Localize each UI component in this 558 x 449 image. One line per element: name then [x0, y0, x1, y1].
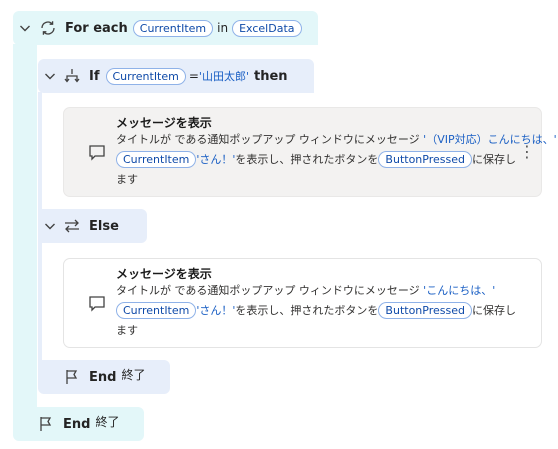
- chevron-down-icon[interactable]: [43, 219, 57, 233]
- end-keyword: End: [89, 369, 117, 385]
- if-condition-value: '山田太郎': [198, 70, 249, 83]
- if-end-row[interactable]: End 終了: [63, 367, 145, 387]
- action-description-line3: ます: [116, 173, 138, 186]
- more-options-icon[interactable]: ⋮: [519, 144, 535, 160]
- description-text: タイトルが である通知ポップアップ ウィンドウにメッセージ: [116, 284, 420, 297]
- end-keyword: End: [63, 416, 91, 432]
- if-keyword: If: [89, 68, 100, 84]
- description-text: タイトルが である通知ポップアップ ウィンドウにメッセージ: [116, 133, 420, 146]
- else-keyword: Else: [89, 218, 119, 234]
- foreach-row[interactable]: For each CurrentItem in ExcelData: [18, 18, 302, 38]
- flag-icon: [66, 370, 78, 384]
- button-pressed-variable[interactable]: ButtonPressed: [378, 151, 472, 168]
- message-icon: [89, 145, 105, 161]
- foreach-collection-variable[interactable]: ExcelData: [232, 19, 302, 37]
- flag-icon: [40, 417, 52, 431]
- loop-icon: [41, 21, 55, 35]
- if-row[interactable]: If CurrentItem = '山田太郎' then: [43, 66, 288, 86]
- chevron-down-icon[interactable]: [18, 21, 32, 35]
- message-literal: 'さん！': [196, 153, 236, 166]
- message-literal: 'こんにちは、': [419, 284, 496, 297]
- current-item-variable[interactable]: CurrentItem: [116, 151, 197, 168]
- action-description-line2: CurrentItem 'さん！' を表示し、押されたボタンを ButtonPre…: [116, 151, 516, 168]
- foreach-in-label: in: [217, 21, 229, 35]
- foreach-rail: [13, 44, 37, 410]
- foreach-end-row[interactable]: End 終了: [37, 414, 119, 434]
- if-then-label: then: [253, 68, 288, 84]
- message-icon: [89, 296, 105, 312]
- foreach-keyword: For each: [65, 20, 128, 36]
- message-literal: '（VIP対応）こんにちは、': [419, 133, 557, 146]
- message-literal: 'さん！': [196, 304, 236, 317]
- end-subtitle: 終了: [121, 367, 146, 382]
- if-condition-variable[interactable]: CurrentItem: [105, 67, 186, 85]
- action-title: メッセージを表示: [116, 267, 212, 281]
- button-pressed-variable[interactable]: ButtonPressed: [378, 302, 472, 319]
- description-text: を表示し、押されたボタンを: [235, 304, 379, 317]
- if-operator: =: [188, 69, 199, 83]
- description-text: を表示し、押されたボタンを: [235, 153, 379, 166]
- description-text: に保存し: [471, 304, 516, 317]
- end-subtitle: 終了: [95, 414, 120, 429]
- chevron-down-icon[interactable]: [43, 69, 57, 83]
- action-description-line3: ます: [116, 324, 138, 337]
- branch-icon: [64, 69, 80, 83]
- action-description-line2: CurrentItem 'さん！' を表示し、押されたボタンを ButtonPre…: [116, 302, 516, 319]
- else-row[interactable]: Else: [43, 216, 119, 236]
- foreach-item-variable[interactable]: CurrentItem: [132, 19, 214, 37]
- current-item-variable[interactable]: CurrentItem: [116, 302, 197, 319]
- action-description-line1: タイトルが である通知ポップアップ ウィンドウにメッセージ 'こんにちは、': [116, 282, 495, 299]
- else-swap-icon: [65, 219, 79, 233]
- action-description-line1: タイトルが である通知ポップアップ ウィンドウにメッセージ '（VIP対応）こん…: [116, 131, 557, 148]
- action-title: メッセージを表示: [116, 116, 212, 130]
- description-text: に保存し: [471, 153, 516, 166]
